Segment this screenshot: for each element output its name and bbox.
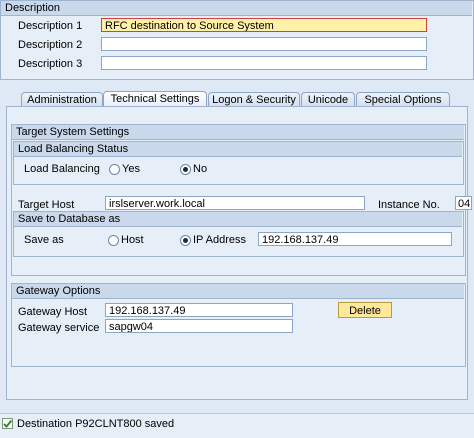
save-as-ip-radio[interactable] xyxy=(180,235,191,246)
description-title: Description xyxy=(1,1,472,16)
description-3-label: Description 3 xyxy=(18,58,83,70)
load-balancing-label: Load Balancing xyxy=(24,163,100,175)
gateway-service-label: Gateway service xyxy=(18,322,100,334)
load-balancing-yes-label[interactable]: Yes xyxy=(122,162,140,176)
target-host-label: Target Host xyxy=(18,199,75,211)
success-check-icon xyxy=(2,418,13,429)
gateway-host-input[interactable]: 192.168.137.49 xyxy=(105,303,293,317)
tab-unicode[interactable]: Unicode xyxy=(301,92,355,107)
description-1-label: Description 1 xyxy=(18,20,83,32)
delete-button[interactable]: Delete xyxy=(338,302,392,318)
status-message: Destination P92CLNT800 saved xyxy=(17,418,175,430)
load-balancing-yes-radio[interactable] xyxy=(109,164,120,175)
gateway-service-input[interactable]: sapgw04 xyxy=(105,319,293,333)
load-balancing-no-label[interactable]: No xyxy=(193,162,207,176)
gateway-host-label: Gateway Host xyxy=(18,306,88,318)
description-2-input[interactable] xyxy=(101,37,427,51)
load-balancing-no-radio[interactable] xyxy=(180,164,191,175)
instance-number-label: Instance No. xyxy=(378,199,440,211)
tab-administration[interactable]: Administration xyxy=(21,92,103,107)
tab-special-options[interactable]: Special Options xyxy=(356,92,450,107)
load-balancing-status-title: Load Balancing Status xyxy=(14,142,462,157)
save-as-host-label[interactable]: Host xyxy=(121,233,144,247)
target-host-input[interactable]: irslserver.work.local xyxy=(105,196,365,210)
save-as-label: Save as xyxy=(24,234,64,246)
description-3-input[interactable] xyxy=(101,56,427,70)
save-as-ip-label[interactable]: IP Address xyxy=(193,233,246,247)
target-system-title: Target System Settings xyxy=(12,125,464,140)
instance-number-input[interactable]: 04 xyxy=(455,196,472,210)
tab-technical-settings[interactable]: Technical Settings xyxy=(103,91,207,107)
tab-logon-security[interactable]: Logon & Security xyxy=(208,92,300,107)
description-2-label: Description 2 xyxy=(18,39,83,51)
ip-address-input[interactable]: 192.168.137.49 xyxy=(258,232,452,246)
gateway-options-title: Gateway Options xyxy=(12,284,464,299)
save-to-database-title: Save to Database as xyxy=(14,212,462,227)
description-1-input[interactable]: RFC destination to Source System xyxy=(101,18,427,32)
save-as-host-radio[interactable] xyxy=(108,235,119,246)
